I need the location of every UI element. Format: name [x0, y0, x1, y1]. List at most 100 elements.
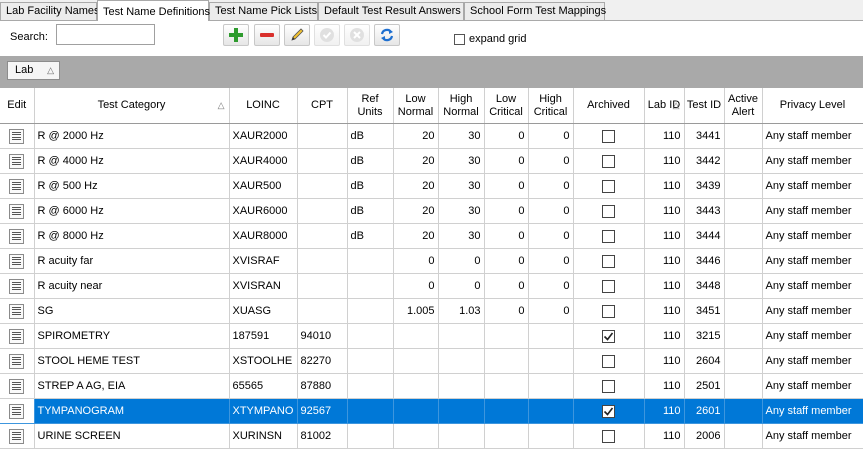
- cell-high-normal[interactable]: 30: [438, 173, 485, 199]
- cell-loinc[interactable]: XSTOOLHE: [229, 348, 298, 374]
- cell-archived[interactable]: [573, 323, 645, 349]
- cell-test-category[interactable]: TYMPANOGRAM: [34, 398, 230, 424]
- cell-edit[interactable]: [0, 148, 35, 174]
- cell-test-id[interactable]: 3444: [684, 223, 725, 249]
- cell-privacy-level[interactable]: Any staff member: [762, 123, 863, 149]
- row-edit-icon[interactable]: [9, 128, 25, 144]
- cell-test-category[interactable]: URINE SCREEN: [34, 423, 230, 449]
- row-edit-icon[interactable]: [9, 353, 25, 369]
- cell-high-critical[interactable]: 0: [528, 273, 574, 299]
- cell-test-id[interactable]: 2006: [684, 423, 725, 449]
- cell-low-normal[interactable]: 0: [393, 273, 439, 299]
- archived-checkbox[interactable]: [602, 304, 615, 318]
- cell-high-critical[interactable]: [528, 323, 574, 349]
- col-header-high-normal[interactable]: High Normal: [438, 88, 485, 124]
- cell-cpt[interactable]: 94010: [297, 323, 348, 349]
- cell-test-category[interactable]: R @ 2000 Hz: [34, 123, 230, 149]
- col-header-privacy-level[interactable]: Privacy Level: [762, 88, 863, 124]
- edit-button[interactable]: [284, 24, 310, 46]
- col-header-low-normal[interactable]: Low Normal: [393, 88, 439, 124]
- cell-privacy-level[interactable]: Any staff member: [762, 323, 863, 349]
- archived-checkbox[interactable]: [602, 279, 615, 293]
- cell-ref-units[interactable]: [347, 423, 394, 449]
- cell-test-id[interactable]: 3442: [684, 148, 725, 174]
- cell-test-id[interactable]: 3448: [684, 273, 725, 299]
- cell-active-alert[interactable]: [724, 298, 763, 324]
- cell-archived[interactable]: [573, 223, 645, 249]
- cell-archived[interactable]: [573, 398, 645, 424]
- row-edit-icon[interactable]: [9, 228, 25, 244]
- cell-lab-id[interactable]: 110: [644, 298, 685, 324]
- cell-high-critical[interactable]: 0: [528, 248, 574, 274]
- cell-low-normal[interactable]: [393, 348, 439, 374]
- cell-privacy-level[interactable]: Any staff member: [762, 398, 863, 424]
- cell-low-critical[interactable]: 0: [484, 198, 529, 224]
- cell-ref-units[interactable]: [347, 323, 394, 349]
- archived-checkbox[interactable]: [602, 154, 615, 168]
- cell-cpt[interactable]: [297, 248, 348, 274]
- row-edit-icon[interactable]: [9, 278, 25, 294]
- cell-archived[interactable]: [573, 348, 645, 374]
- cell-low-normal[interactable]: 20: [393, 148, 439, 174]
- cell-edit[interactable]: [0, 373, 35, 399]
- cell-low-critical[interactable]: 0: [484, 248, 529, 274]
- cell-active-alert[interactable]: [724, 273, 763, 299]
- row-edit-icon[interactable]: [9, 178, 25, 194]
- cell-lab-id[interactable]: 110: [644, 223, 685, 249]
- search-input[interactable]: [56, 24, 155, 45]
- cell-lab-id[interactable]: 110: [644, 348, 685, 374]
- tab-lab-facility-names[interactable]: Lab Facility Names: [0, 2, 100, 20]
- cell-low-normal[interactable]: 1.005: [393, 298, 439, 324]
- cell-archived[interactable]: [573, 373, 645, 399]
- cell-ref-units[interactable]: dB: [347, 123, 394, 149]
- cell-low-critical[interactable]: [484, 423, 529, 449]
- archived-checkbox[interactable]: [602, 354, 615, 368]
- cell-test-category[interactable]: R acuity near: [34, 273, 230, 299]
- cell-loinc[interactable]: XAUR6000: [229, 198, 298, 224]
- table-row[interactable]: URINE SCREEN XURINSN 81002 110 2006 Any staff…: [0, 423, 863, 449]
- cell-high-normal[interactable]: [438, 323, 485, 349]
- cell-cpt[interactable]: [297, 148, 348, 174]
- cell-test-category[interactable]: R @ 500 Hz: [34, 173, 230, 199]
- table-row[interactable]: SPIROMETRY 187591 94010 110 3215 Any staff me…: [0, 323, 863, 349]
- cell-low-critical[interactable]: [484, 373, 529, 399]
- col-header-lab-id[interactable]: Lab ID △: [644, 88, 685, 124]
- accept-button[interactable]: [314, 24, 340, 46]
- cell-active-alert[interactable]: [724, 198, 763, 224]
- cell-loinc[interactable]: XVISRAN: [229, 273, 298, 299]
- cell-privacy-level[interactable]: Any staff member: [762, 423, 863, 449]
- cell-test-category[interactable]: STREP A AG, EIA: [34, 373, 230, 399]
- cell-ref-units[interactable]: dB: [347, 173, 394, 199]
- cell-test-id[interactable]: 2601: [684, 398, 725, 424]
- cell-active-alert[interactable]: [724, 223, 763, 249]
- cell-archived[interactable]: [573, 123, 645, 149]
- row-edit-icon[interactable]: [9, 378, 25, 394]
- col-header-loinc[interactable]: LOINC: [229, 88, 298, 124]
- cell-test-id[interactable]: 3215: [684, 323, 725, 349]
- cell-high-critical[interactable]: 0: [528, 173, 574, 199]
- cell-low-normal[interactable]: [393, 423, 439, 449]
- cell-active-alert[interactable]: [724, 423, 763, 449]
- row-edit-icon[interactable]: [9, 203, 25, 219]
- cell-high-normal[interactable]: 1.03: [438, 298, 485, 324]
- cell-privacy-level[interactable]: Any staff member: [762, 248, 863, 274]
- cell-low-critical[interactable]: [484, 398, 529, 424]
- cell-low-critical[interactable]: 0: [484, 173, 529, 199]
- cell-privacy-level[interactable]: Any staff member: [762, 373, 863, 399]
- archived-checkbox[interactable]: [602, 204, 615, 218]
- cell-low-critical[interactable]: 0: [484, 123, 529, 149]
- cell-privacy-level[interactable]: Any staff member: [762, 273, 863, 299]
- row-edit-icon[interactable]: [9, 303, 25, 319]
- cell-active-alert[interactable]: [724, 373, 763, 399]
- group-by-lab-chip[interactable]: Lab △: [7, 61, 60, 80]
- cell-high-normal[interactable]: 30: [438, 123, 485, 149]
- cell-ref-units[interactable]: [347, 248, 394, 274]
- cell-test-category[interactable]: SPIROMETRY: [34, 323, 230, 349]
- cell-edit[interactable]: [0, 348, 35, 374]
- cell-privacy-level[interactable]: Any staff member: [762, 298, 863, 324]
- col-header-active-alert[interactable]: Active Alert: [724, 88, 763, 124]
- cell-test-id[interactable]: 3451: [684, 298, 725, 324]
- cell-lab-id[interactable]: 110: [644, 323, 685, 349]
- archived-checkbox[interactable]: [602, 404, 615, 418]
- cell-loinc[interactable]: XAUR500: [229, 173, 298, 199]
